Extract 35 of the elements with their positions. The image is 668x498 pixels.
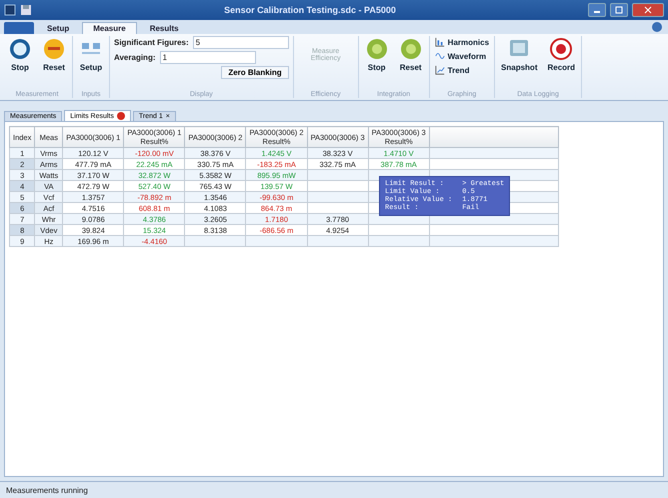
maximize-icon: [615, 6, 623, 14]
dropdown-field[interactable]: 5: [192, 36, 289, 49]
circle-icon: [398, 37, 423, 61]
circle-icon: [364, 37, 389, 61]
minimize-button[interactable]: [588, 3, 606, 17]
maximize-button[interactable]: [610, 3, 628, 17]
window-title: Sensor Calibration Testing.sdc - PA5000: [223, 5, 397, 15]
ribbon-button[interactable]: Trend: [434, 64, 470, 76]
alert-icon: [116, 112, 125, 120]
bar-chart-icon: [434, 37, 445, 47]
ribbon-tab[interactable]: Setup: [36, 22, 80, 34]
ribbon-button[interactable]: Reset: [40, 36, 68, 73]
status-text: Measurements running: [6, 486, 88, 494]
ribbon-button[interactable]: Setup: [77, 36, 105, 73]
close-icon: [644, 6, 652, 14]
toggle-button[interactable]: Zero Blanking: [221, 66, 289, 79]
ribbon-tab[interactable]: Measure: [82, 22, 137, 34]
dropdown-field[interactable]: 1: [160, 51, 256, 64]
record-icon: [549, 37, 574, 61]
ribbon-button[interactable]: Record: [545, 36, 578, 73]
ring-icon: [8, 37, 32, 61]
save-icon[interactable]: [20, 4, 32, 16]
app-icon: [4, 4, 16, 16]
close-button[interactable]: [632, 3, 664, 17]
ribbon-tab[interactable]: Results: [138, 22, 190, 34]
wave-icon: [434, 51, 445, 61]
ribbon-button[interactable]: Stop: [362, 36, 391, 73]
ribbon-button[interactable]: Harmonics: [434, 36, 490, 48]
ribbon-button[interactable]: Reset: [396, 36, 425, 73]
ribbon-button[interactable]: Waveform: [434, 50, 488, 62]
field-label: Averaging:: [114, 53, 156, 62]
line-chart-icon: [434, 65, 445, 75]
ribbon-button[interactable]: Stop: [6, 36, 34, 73]
ribbon-button[interactable]: Snapshot: [499, 36, 540, 73]
field-label: Significant Figures:: [114, 38, 189, 47]
